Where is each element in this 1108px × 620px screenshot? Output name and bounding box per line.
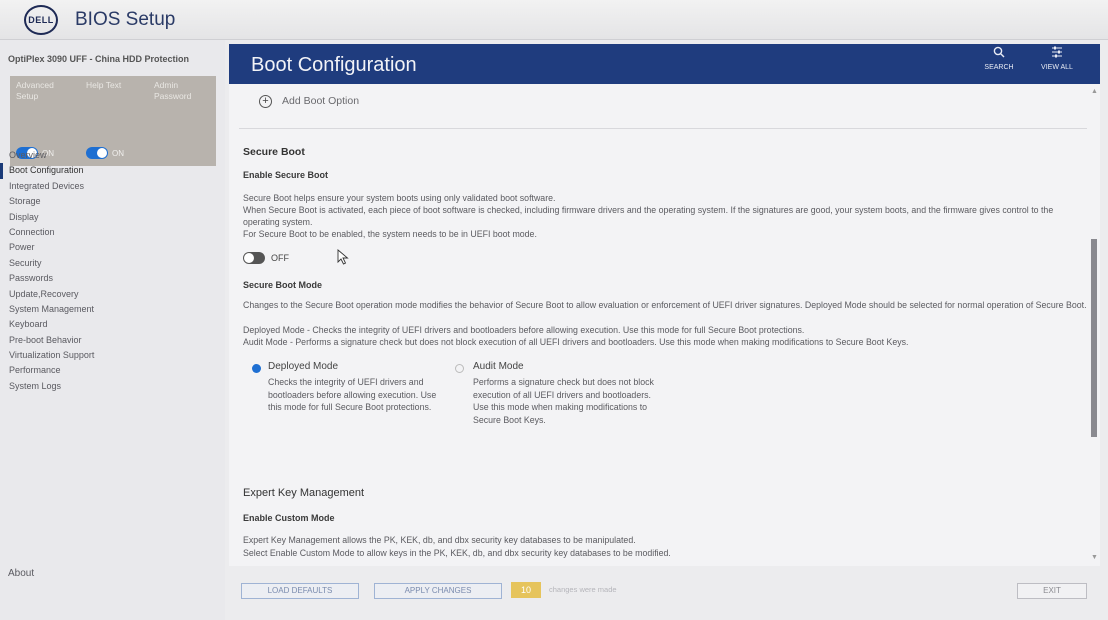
sidebar-item-integrated-devices[interactable]: Integrated Devices — [0, 179, 225, 194]
tile-admin-password[interactable]: Admin Password — [154, 80, 212, 102]
changes-status-text: changes were made — [549, 585, 617, 594]
sidebar-item-preboot-behavior[interactable]: Pre-boot Behavior — [0, 333, 225, 348]
sidebar-nav: Overview Boot Configuration Integrated D… — [0, 148, 225, 394]
page-title: Boot Configuration — [251, 54, 417, 76]
sidebar-item-overview[interactable]: Overview — [0, 148, 225, 163]
tile-label: Advanced Setup — [16, 80, 54, 101]
audit-mode-label[interactable]: Audit Mode — [473, 361, 524, 372]
sidebar-item-storage[interactable]: Storage — [0, 194, 225, 209]
scrollbar[interactable]: ▲ ▼ — [1091, 84, 1098, 566]
exit-button[interactable]: EXIT — [1017, 583, 1087, 599]
mouse-cursor-icon — [337, 249, 349, 265]
changes-count-badge: 10 — [511, 582, 541, 598]
sidebar-item-update-recovery[interactable]: Update,Recovery — [0, 287, 225, 302]
sidebar-item-performance[interactable]: Performance — [0, 363, 225, 378]
sidebar-item-passwords[interactable]: Passwords — [0, 271, 225, 286]
about-link[interactable]: About — [8, 568, 34, 579]
secure-boot-desc-2: When Secure Boot is activated, each piec… — [243, 205, 1054, 227]
add-boot-label: Add Boot Option — [282, 95, 360, 107]
tile-advanced-setup[interactable]: Advanced Setup — [16, 80, 76, 102]
tile-label: Help Text — [86, 80, 122, 90]
scroll-thumb[interactable] — [1091, 239, 1097, 437]
plus-circle-icon: + — [259, 95, 272, 108]
dell-logo: DELL — [24, 5, 58, 35]
view-all-icon — [1037, 46, 1077, 61]
sidebar: OptiPlex 3090 UFF - China HDD Protection… — [0, 40, 225, 620]
sidebar-item-security[interactable]: Security — [0, 256, 225, 271]
divider — [239, 128, 1087, 129]
page-header: Boot Configuration SEARCH VIEW ALL — [229, 44, 1100, 84]
footer-bar: LOAD DEFAULTS APPLY CHANGES 10 changes w… — [229, 575, 1100, 605]
audit-mode-radio[interactable] — [455, 364, 464, 373]
view-all-button[interactable]: VIEW ALL — [1037, 46, 1077, 71]
search-label: SEARCH — [984, 64, 1014, 71]
deployed-mode-label[interactable]: Deployed Mode — [268, 361, 338, 372]
sidebar-item-connection[interactable]: Connection — [0, 225, 225, 240]
search-icon — [979, 46, 1019, 61]
view-all-label: VIEW ALL — [1041, 64, 1073, 71]
secure-boot-mode-desc-2: Deployed Mode - Checks the integrity of … — [243, 325, 805, 335]
secure-boot-desc-1: Secure Boot helps ensure your system boo… — [243, 193, 556, 203]
enable-secure-boot-toggle[interactable]: OFF — [243, 252, 289, 264]
deployed-mode-radio[interactable] — [252, 364, 261, 373]
sidebar-item-system-logs[interactable]: System Logs — [0, 379, 225, 394]
enable-secure-boot-label: Enable Secure Boot — [243, 170, 329, 180]
sidebar-item-boot-configuration[interactable]: Boot Configuration — [0, 163, 225, 179]
toggle-switch-icon — [243, 252, 265, 264]
sidebar-item-system-management[interactable]: System Management — [0, 302, 225, 317]
sidebar-item-virtualization-support[interactable]: Virtualization Support — [0, 348, 225, 363]
expert-key-heading: Expert Key Management — [243, 487, 365, 499]
scroll-down-icon[interactable]: ▼ — [1091, 554, 1098, 561]
tile-help-text[interactable]: Help Text — [86, 80, 146, 91]
tile-label: Admin Password — [154, 80, 192, 101]
product-name: OptiPlex 3090 UFF - China HDD Protection — [8, 54, 190, 64]
enable-custom-mode-label: Enable Custom Mode — [243, 513, 335, 523]
secure-boot-desc-3: For Secure Boot to be enabled, the syste… — [243, 229, 537, 239]
toggle-state: OFF — [271, 253, 289, 263]
secure-boot-mode-label: Secure Boot Mode — [243, 280, 323, 290]
sidebar-item-power[interactable]: Power — [0, 240, 225, 255]
app-title: BIOS Setup — [75, 9, 176, 30]
scroll-up-icon[interactable]: ▲ — [1091, 88, 1098, 95]
content-panel: + Add Boot Option Secure Boot Enable Secu… — [229, 84, 1100, 566]
secure-boot-heading: Secure Boot — [243, 146, 305, 158]
deployed-mode-desc: Checks the integrity of UEFI drivers and… — [268, 377, 437, 412]
secure-boot-mode-desc-1: Changes to the Secure Boot operation mod… — [243, 300, 1087, 310]
expert-key-desc-1: Expert Key Management allows the PK, KEK… — [243, 535, 636, 545]
add-boot-option-button[interactable]: + Add Boot Option — [259, 95, 359, 108]
expert-key-desc-2: Select Enable Custom Mode to allow keys … — [243, 548, 671, 558]
top-bar: DELL BIOS Setup — [0, 0, 1108, 40]
audit-mode-desc: Performs a signature check but does not … — [473, 377, 654, 425]
sidebar-item-display[interactable]: Display — [0, 210, 225, 225]
apply-changes-button[interactable]: APPLY CHANGES — [374, 583, 502, 599]
sidebar-item-keyboard[interactable]: Keyboard — [0, 317, 225, 332]
secure-boot-mode-desc-3: Audit Mode - Performs a signature check … — [243, 337, 909, 347]
search-button[interactable]: SEARCH — [979, 46, 1019, 71]
load-defaults-button[interactable]: LOAD DEFAULTS — [241, 583, 359, 599]
